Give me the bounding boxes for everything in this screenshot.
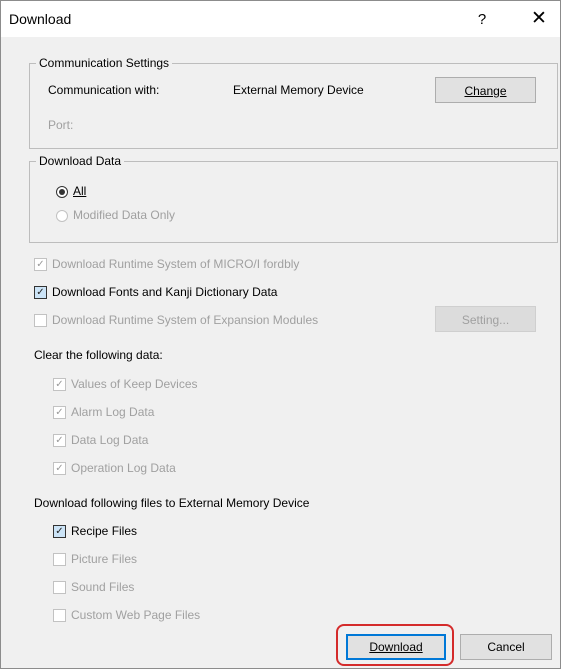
communication-with-value: External Memory Device: [233, 83, 364, 97]
runtime-micro-label[interactable]: Download Runtime System of MICRO/I fordb…: [52, 257, 299, 271]
data-log-label[interactable]: Data Log Data: [71, 433, 148, 447]
keep-devices-label[interactable]: Values of Keep Devices: [71, 377, 198, 391]
recipe-files-checkbox[interactable]: ✓: [53, 525, 66, 538]
custom-web-page-files-checkbox[interactable]: [53, 609, 66, 622]
data-log-checkbox[interactable]: ✓: [53, 434, 66, 447]
download-data-group: Download Data: [29, 154, 558, 243]
custom-web-page-files-label[interactable]: Custom Web Page Files: [71, 608, 200, 622]
port-label: Port:: [48, 118, 74, 132]
download-button-highlight: [336, 624, 454, 666]
runtime-expansion-checkbox[interactable]: [34, 314, 47, 327]
clear-data-heading: Clear the following data:: [34, 348, 163, 362]
all-label[interactable]: All: [73, 184, 86, 198]
change-button[interactable]: Change: [435, 77, 536, 103]
alarm-log-checkbox[interactable]: ✓: [53, 406, 66, 419]
runtime-expansion-label[interactable]: Download Runtime System of Expansion Mod…: [52, 313, 318, 327]
fonts-kanji-checkbox[interactable]: ✓: [34, 286, 47, 299]
cancel-button[interactable]: Cancel: [460, 634, 552, 660]
close-icon[interactable]: ✕: [524, 7, 554, 31]
modified-data-only-radio[interactable]: [56, 210, 68, 222]
dialog-title: Download: [9, 11, 72, 27]
help-icon[interactable]: ?: [467, 9, 497, 31]
runtime-micro-checkbox[interactable]: ✓: [34, 258, 47, 271]
sound-files-label[interactable]: Sound Files: [71, 580, 134, 594]
fonts-kanji-label[interactable]: Download Fonts and Kanji Dictionary Data: [52, 285, 277, 299]
title-bar: Download ? ✕: [1, 1, 560, 37]
setting-button[interactable]: Setting...: [435, 306, 536, 332]
alarm-log-label[interactable]: Alarm Log Data: [71, 405, 154, 419]
picture-files-checkbox[interactable]: [53, 553, 66, 566]
communication-with-label: Communication with:: [48, 83, 160, 97]
all-radio[interactable]: [56, 186, 68, 198]
download-data-legend: Download Data: [36, 154, 125, 168]
modified-data-only-label[interactable]: Modified Data Only: [73, 208, 175, 222]
communication-settings-legend: Communication Settings: [36, 56, 173, 70]
sound-files-checkbox[interactable]: [53, 581, 66, 594]
operation-log-checkbox[interactable]: ✓: [53, 462, 66, 475]
keep-devices-checkbox[interactable]: ✓: [53, 378, 66, 391]
external-memory-heading: Download following files to External Mem…: [34, 496, 310, 510]
recipe-files-label[interactable]: Recipe Files: [71, 524, 137, 538]
operation-log-label[interactable]: Operation Log Data: [71, 461, 176, 475]
download-dialog: Download ? ✕ Communication Settings Comm…: [0, 0, 561, 669]
communication-settings-group: Communication Settings: [29, 56, 558, 149]
picture-files-label[interactable]: Picture Files: [71, 552, 137, 566]
